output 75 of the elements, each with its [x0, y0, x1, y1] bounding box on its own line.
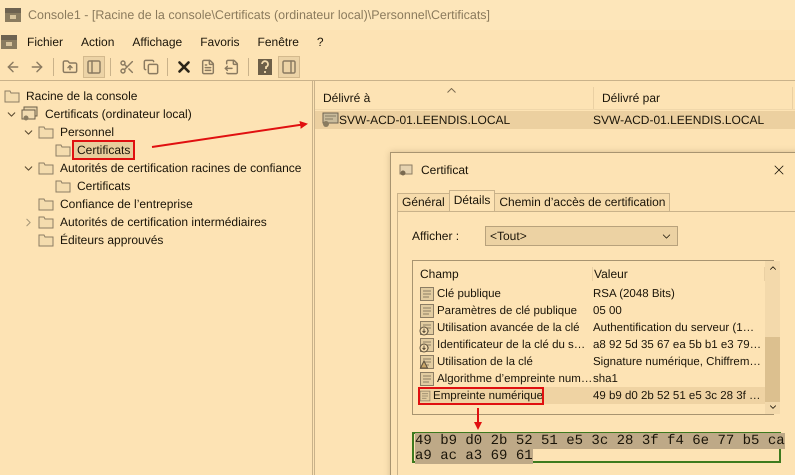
menu-item[interactable]: ?: [308, 35, 333, 49]
tree-item[interactable]: Certificats (ordinateur local): [42, 106, 195, 122]
table-cell: Identificateur de la clé du s…: [437, 338, 586, 350]
table-cell: Signature numérique, Chiffrem…: [593, 356, 761, 368]
show-dropdown[interactable]: <Tout>: [485, 226, 678, 246]
table-cell-text: SVW-ACD-01.LEENDIS.LOCAL: [339, 113, 512, 127]
table-cell: 49 b9 d0 2b 52 51 e5 3c 28 3f …: [593, 390, 761, 402]
certificate-icon: [399, 163, 413, 177]
app-icon: [0, 34, 18, 50]
document-icon: [419, 370, 435, 386]
column-header[interactable]: Délivré à: [315, 87, 594, 109]
tab[interactable]: Chemin d’accès de certification: [494, 193, 670, 211]
table-cell: Empreinte numérique: [433, 390, 543, 402]
tree-item[interactable]: Éditeurs approuvés: [57, 232, 166, 248]
folder-icon: [38, 233, 54, 247]
menu-item[interactable]: Favoris: [191, 35, 249, 49]
folder-icon: [38, 161, 54, 175]
table-cell: Algorithme d’empreinte num…: [437, 372, 592, 384]
tree-item[interactable]: Racine de la console: [23, 88, 140, 104]
menu-item[interactable]: Action: [72, 35, 124, 49]
app-icon: [4, 7, 22, 23]
dialog-title: Certificat: [421, 163, 468, 177]
table-cell-text: SVW-ACD-01.LEENDIS.LOCAL: [593, 113, 766, 127]
tree-item[interactable]: Personnel: [57, 124, 118, 140]
table-cell: a8 92 5d 35 67 ea 5b b1 e3 79…: [593, 338, 762, 350]
download-document-icon: [419, 320, 435, 336]
sort-icon: [447, 88, 456, 93]
column-header[interactable]: Champ: [419, 267, 593, 281]
show-label: Afficher :: [412, 229, 460, 243]
table-cell: RSA (2048 Bits): [593, 288, 675, 300]
table-cell: Authentification du serveur (1…: [593, 322, 754, 334]
document-icon: [419, 302, 435, 318]
field-row[interactable]: Utilisation avancée de la clé Authentification du serveur (1…: [419, 319, 765, 336]
menu-item[interactable]: Fenêtre: [248, 35, 308, 49]
selected-text: a9 ac a3 69 61: [415, 448, 533, 464]
field-row[interactable]: Utilisation de la clé Signature numérique, Chiffrem…: [419, 353, 765, 370]
scrollbar[interactable]: [765, 261, 780, 414]
folder-icon: [38, 125, 54, 139]
selected-text: 49 b9 d0 2b 52 51 e5 3c 28 3f f4 6e 77 b5 ca: [415, 433, 785, 449]
folder-icon: [55, 143, 71, 157]
field-row[interactable]: Paramètres de clé publique 05 00: [419, 302, 765, 319]
tree-item[interactable]: Autorités de certification racines de confiance: [57, 160, 304, 176]
document-icon: [419, 286, 435, 302]
download-document-icon: [419, 336, 435, 352]
folder-icon: [55, 179, 71, 193]
table-cell: 05 00: [593, 304, 622, 316]
table-cell: Paramètres de clé publique: [437, 304, 577, 316]
action-pane-icon[interactable]: [278, 56, 300, 78]
menu-item[interactable]: Fichier: [18, 35, 72, 49]
certificate-icon: [321, 112, 339, 128]
tree-item[interactable]: Autorités de certification intermédiaires: [57, 214, 270, 230]
field-row[interactable]: Identificateur de la clé du s… a8 92 5d 35 67 ea 5b b1 e3 79…: [419, 336, 765, 353]
folder-icon: [38, 197, 54, 211]
field-row[interactable]: Empreinte numérique 49 b9 d0 2b 52 51 e5 3c 28 3f …: [419, 387, 765, 404]
table-cell: Clé publique: [437, 288, 501, 300]
certificate-store-icon: [21, 106, 39, 122]
tree-item[interactable]: Confiance de l’entreprise: [57, 196, 196, 212]
menu-item[interactable]: Affichage: [123, 35, 192, 49]
folder-icon: [38, 215, 54, 229]
field-row[interactable]: Clé publique RSA (2048 Bits): [419, 285, 765, 302]
table-cell: Utilisation de la clé: [437, 356, 533, 368]
table-cell: Utilisation avancée de la clé: [437, 322, 580, 334]
column-header[interactable]: Délivré par: [594, 87, 793, 109]
tab[interactable]: Général: [397, 193, 450, 211]
document-icon: [419, 388, 432, 404]
certificate-row[interactable]: SVW-ACD-01.LEENDIS.LOCAL SVW-ACD-01.LEENDIS.LOCAL: [315, 111, 795, 129]
tree-item[interactable]: Certificats: [74, 142, 134, 158]
field-row[interactable]: Algorithme d’empreinte num…sha1: [419, 370, 765, 387]
tree-pane-icon[interactable]: [83, 56, 105, 78]
tree-item[interactable]: Certificats: [74, 178, 134, 194]
table-cell: sha1: [593, 372, 618, 384]
window-title: Console1 - [Racine de la console\Certificats (ordinateur local)\Personnel\Certificats]: [28, 8, 490, 22]
folder-icon: [4, 89, 20, 103]
warning-document-icon: [419, 354, 435, 370]
annotation-arrow: [474, 408, 482, 430]
